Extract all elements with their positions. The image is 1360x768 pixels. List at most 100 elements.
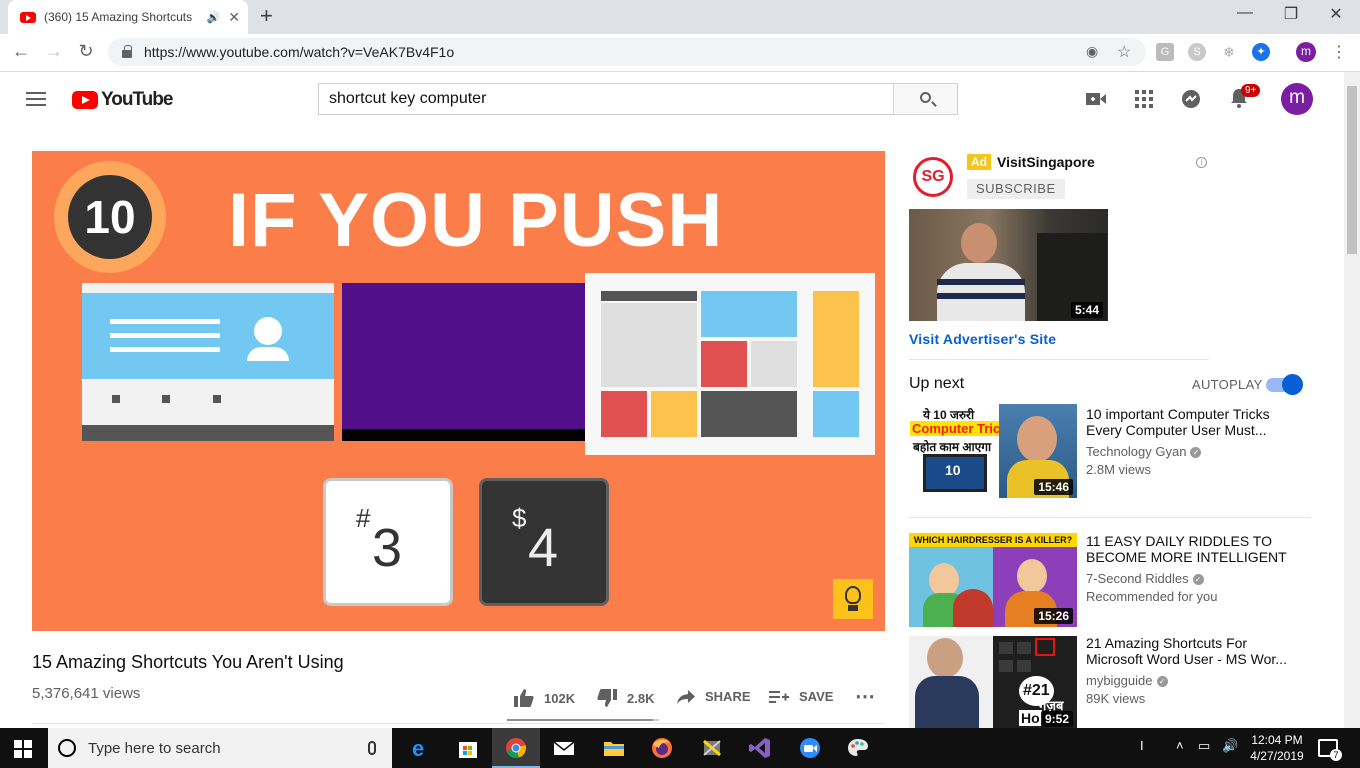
verified-icon: ✓ — [1156, 676, 1168, 688]
volume-icon[interactable]: 🔊 — [1222, 738, 1238, 754]
channel-name[interactable]: mybigguide ✓ — [1086, 673, 1168, 688]
forward-icon[interactable]: → — [42, 41, 66, 62]
bookmark-star-icon[interactable]: ☆ — [1117, 42, 1131, 62]
thumb-key-4: $ 4 — [479, 478, 609, 606]
video-title-link[interactable]: 11 EASY DAILY RIDDLES TO BECOME MORE INT… — [1086, 533, 1292, 565]
lock-icon — [122, 45, 132, 58]
microphone-icon[interactable] — [368, 741, 376, 755]
reload-icon[interactable]: ↻ — [74, 41, 98, 62]
taskbar-store[interactable] — [444, 728, 492, 768]
extension-g-icon[interactable]: G — [1156, 43, 1174, 61]
zoom-icon — [800, 738, 820, 758]
scrollbar-thumb[interactable] — [1347, 86, 1357, 254]
video-meta: 89K views — [1086, 691, 1146, 706]
ad-video-thumbnail[interactable]: 5:44 — [909, 209, 1108, 321]
paint-palette-icon — [848, 739, 868, 756]
close-tab-icon[interactable]: ✕ — [228, 9, 240, 26]
chrome-icon — [506, 738, 526, 758]
share-icon — [677, 689, 695, 704]
chrome-menu-icon[interactable]: ⋮ — [1327, 42, 1351, 62]
search-button[interactable] — [893, 83, 958, 115]
taskbar-edge[interactable]: e — [396, 728, 444, 768]
video-title-link[interactable]: 10 important Computer Tricks Every Compu… — [1086, 406, 1292, 438]
apps-grid-icon[interactable] — [1133, 88, 1155, 110]
youtube-logo[interactable]: YouTube — [72, 89, 173, 111]
menu-icon[interactable] — [26, 92, 46, 106]
video-title: 15 Amazing Shortcuts You Aren't Using — [32, 652, 344, 672]
save-button[interactable]: SAVE — [769, 689, 833, 704]
taskbar-file-explorer[interactable] — [590, 728, 638, 768]
more-actions-icon[interactable]: ⋯ — [855, 684, 875, 709]
translate-icon[interactable]: ◉ — [1086, 43, 1098, 60]
video-thumbnail[interactable]: #21 गज़ब Ho 9:52 — [909, 636, 1077, 730]
tray-overflow-icon[interactable]: ˄ — [1176, 738, 1184, 753]
search-icon — [920, 92, 931, 103]
visual-studio-icon — [749, 738, 770, 758]
divider — [909, 359, 1209, 360]
taskbar-search-box[interactable]: Type here to search — [48, 728, 392, 768]
advertiser-name[interactable]: VisitSingapore — [997, 154, 1095, 170]
youtube-play-icon — [72, 91, 98, 109]
new-tab-button[interactable]: + — [260, 5, 273, 27]
notification-count-badge: 9+ — [1241, 84, 1261, 97]
verified-icon: ✓ — [1192, 574, 1204, 586]
thumb-window-purple — [342, 283, 586, 441]
tab-title: (360) 15 Amazing Shortcuts — [44, 10, 193, 24]
up-next-heading: Up next — [909, 375, 965, 392]
search-input[interactable] — [318, 83, 894, 115]
thumb-headline: IF YOU PUSH — [228, 178, 724, 263]
video-duration: 9:52 — [1040, 711, 1073, 727]
video-thumbnail[interactable]: WHICH HAIRDRESSER IS A KILLER? 15:26 — [909, 533, 1077, 627]
extension-skype-icon[interactable]: S — [1188, 43, 1206, 61]
extension-blue-icon[interactable]: ✦ — [1252, 43, 1270, 61]
minimize-icon[interactable]: — — [1222, 4, 1268, 22]
close-window-icon[interactable]: ✕ — [1313, 4, 1359, 24]
taskbar-visual-studio[interactable] — [736, 728, 784, 768]
messages-icon[interactable] — [1180, 88, 1202, 110]
people-icon[interactable]: Ӏ — [1140, 738, 1144, 753]
clock-time: 12:04 PM — [1251, 733, 1303, 747]
mail-icon — [553, 741, 575, 755]
ad-badge: Ad — [967, 154, 991, 170]
taskbar-mail[interactable] — [540, 728, 588, 768]
channel-name[interactable]: 7-Second Riddles ✓ — [1086, 571, 1204, 586]
action-center-icon[interactable]: 7 — [1318, 739, 1342, 761]
subscribe-button[interactable]: SUBSCRIBE — [967, 179, 1065, 199]
chrome-profile-avatar[interactable]: m — [1296, 42, 1316, 62]
thumbs-up-icon — [514, 689, 534, 707]
svg-text:e: e — [412, 737, 424, 759]
url-text: https://www.youtube.com/watch?v=VeAK7Bv4… — [144, 44, 455, 60]
visit-advertiser-link[interactable]: Visit Advertiser's Site — [909, 331, 1056, 347]
back-icon[interactable]: ← — [9, 41, 33, 62]
share-label: SHARE — [705, 689, 751, 704]
create-video-icon[interactable] — [1085, 88, 1107, 110]
video-player[interactable]: 10 IF YOU PUSH # 3 $ 4 — [32, 151, 885, 631]
dislike-button[interactable]: 2.8K — [597, 689, 654, 707]
taskbar-firefox[interactable] — [638, 728, 686, 768]
video-meta: 2.8M views — [1086, 462, 1152, 477]
browser-tab[interactable]: (360) 15 Amazing Shortcuts 🔊 ✕ — [8, 0, 248, 34]
account-avatar[interactable]: m — [1281, 83, 1313, 115]
windows-start-icon[interactable] — [14, 740, 32, 758]
advertiser-logo[interactable]: SG — [913, 157, 953, 197]
speaker-icon[interactable]: 🔊 — [207, 11, 221, 24]
ad-info-icon[interactable]: i — [1196, 157, 1207, 168]
taskbar-tools-app[interactable] — [688, 728, 736, 768]
network-icon[interactable]: ▭ — [1198, 738, 1210, 754]
video-meta: Recommended for you — [1086, 589, 1218, 604]
extension-snowflake-icon[interactable]: ❄ — [1220, 43, 1238, 61]
video-title-link[interactable]: 21 Amazing Shortcuts For Microsoft Word … — [1086, 635, 1292, 667]
share-button[interactable]: SHARE — [677, 689, 751, 704]
restore-icon[interactable]: ❐ — [1268, 4, 1314, 24]
taskbar-zoom[interactable] — [786, 728, 834, 768]
autoplay-toggle-knob[interactable] — [1282, 374, 1303, 395]
address-bar[interactable]: https://www.youtube.com/watch?v=VeAK7Bv4… — [108, 38, 1146, 66]
like-button[interactable]: 102K — [514, 689, 575, 707]
taskbar-chrome[interactable] — [492, 728, 540, 768]
tools-icon — [703, 739, 721, 757]
taskbar-clock[interactable]: 12:04 PM 4/27/2019 — [1246, 732, 1308, 764]
video-thumbnail[interactable]: ये 10 जरुरी Computer Tricks बहोत काम आएग… — [909, 404, 1077, 498]
thumb-number-circle: 10 — [54, 161, 166, 273]
channel-name[interactable]: Technology Gyan ✓ — [1086, 444, 1202, 459]
taskbar-paint[interactable] — [834, 728, 882, 768]
